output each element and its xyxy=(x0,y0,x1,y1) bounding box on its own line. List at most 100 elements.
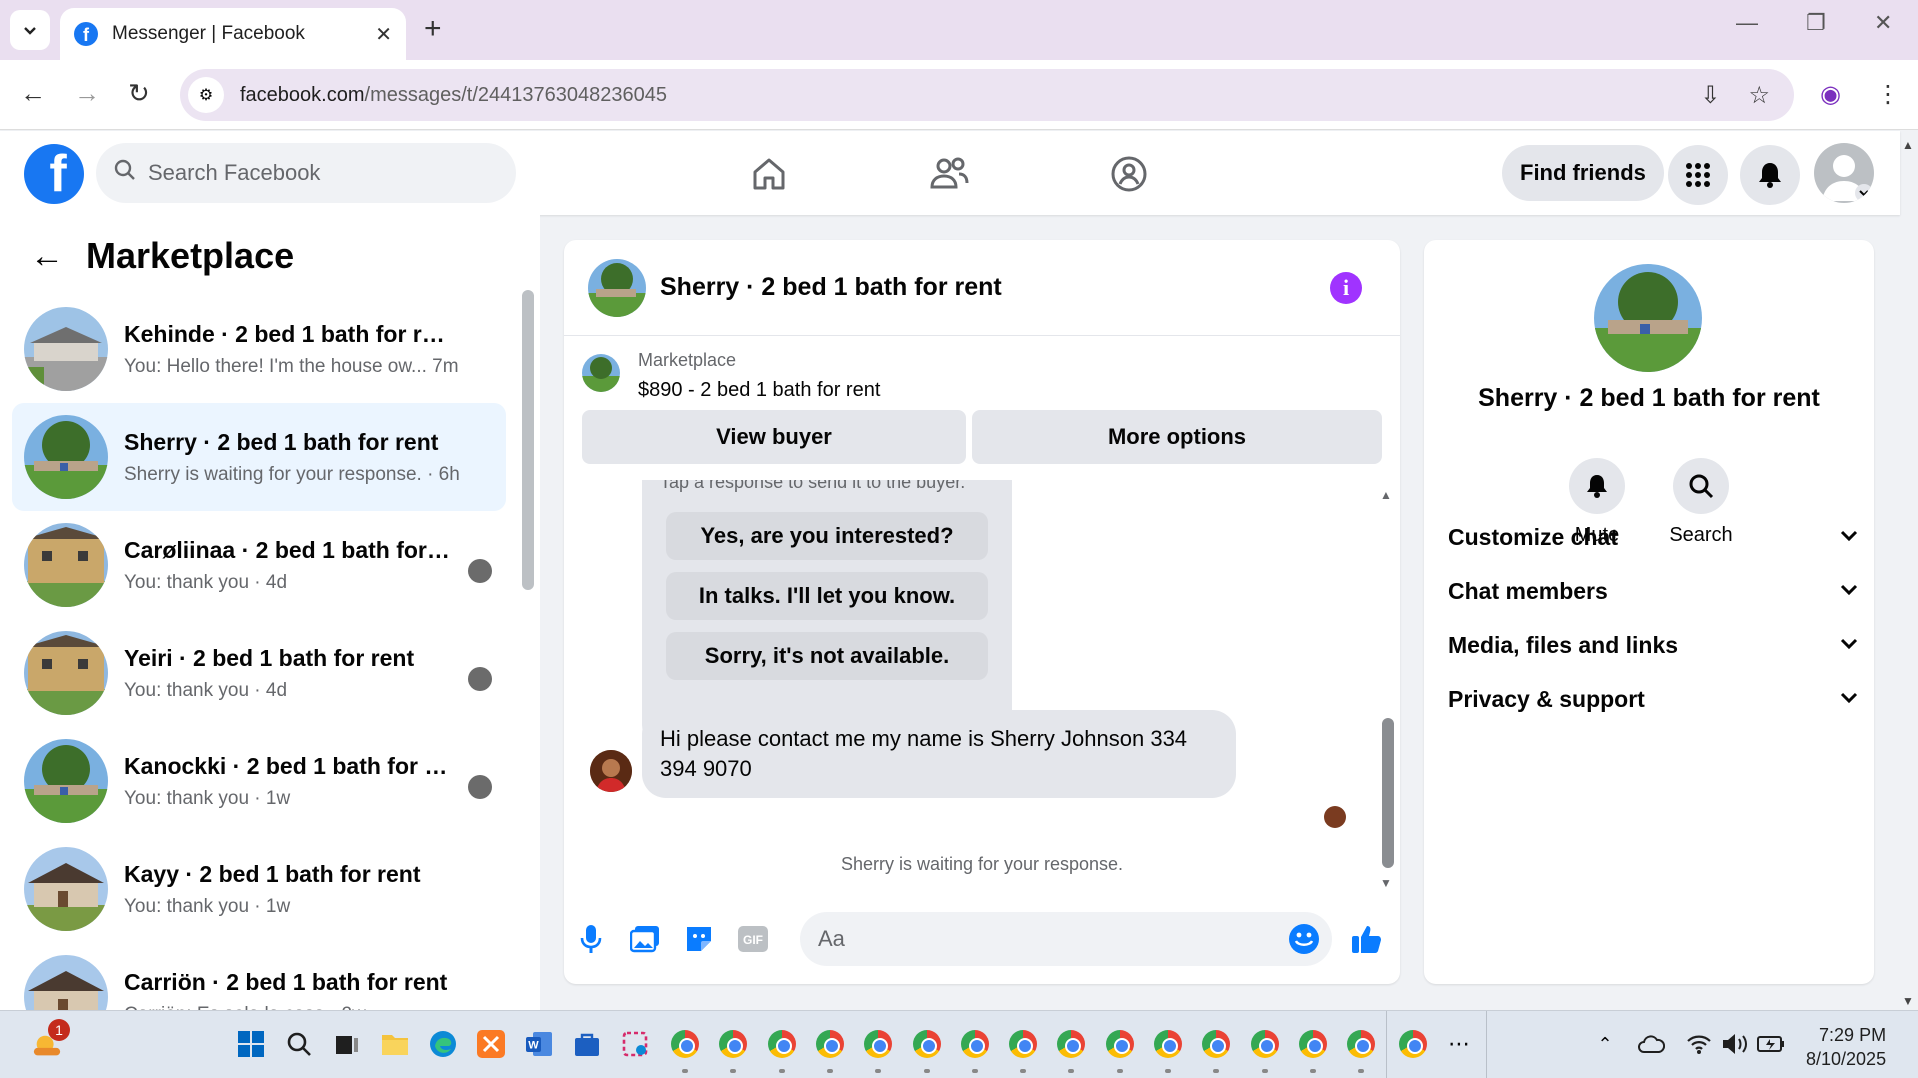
quick-reply-button[interactable]: Sorry, it's not available. xyxy=(666,632,988,680)
reload-icon[interactable]: ↻ xyxy=(128,78,150,109)
seen-avatar xyxy=(468,559,492,583)
photo-icon[interactable] xyxy=(628,922,662,956)
clock-time: 7:29 PM xyxy=(1819,1025,1887,1045)
forward-icon[interactable]: → xyxy=(74,78,100,109)
install-app-icon[interactable]: ⇩ xyxy=(1700,81,1720,110)
facebook-header: f Find friends xyxy=(0,131,1900,215)
conversation-row[interactable]: Kayy · 2 bed 1 bath for rent You: thank y… xyxy=(12,835,506,943)
sticker-icon[interactable] xyxy=(682,922,716,956)
xampp-icon[interactable] xyxy=(476,1029,506,1059)
notifications-bell-icon[interactable] xyxy=(1740,145,1800,205)
home-icon[interactable] xyxy=(744,149,794,199)
chrome-icon[interactable] xyxy=(718,1029,748,1059)
chrome-icon[interactable] xyxy=(912,1029,942,1059)
chrome-icon[interactable] xyxy=(1201,1029,1231,1059)
info-icon[interactable]: i xyxy=(1330,272,1362,304)
browser-tab[interactable]: f Messenger | Facebook ✕ xyxy=(60,8,406,60)
search-input[interactable] xyxy=(148,160,448,186)
chrome-icon[interactable] xyxy=(1008,1029,1038,1059)
system-clock[interactable]: 7:29 PM 8/10/2025 xyxy=(1806,1023,1886,1071)
chrome-icon[interactable] xyxy=(1105,1029,1135,1059)
quick-reply-button[interactable]: In talks. I'll let you know. xyxy=(666,572,988,620)
start-windows-icon[interactable] xyxy=(236,1029,266,1059)
profile-icon[interactable]: ◉ xyxy=(1820,80,1841,109)
task-view-icon[interactable] xyxy=(332,1029,362,1059)
page-scroll-up-arrow-icon[interactable]: ▲ xyxy=(1902,138,1914,152)
scroll-down-arrow-icon[interactable]: ▼ xyxy=(1380,876,1392,890)
groups-icon[interactable] xyxy=(1104,149,1154,199)
wifi-icon[interactable] xyxy=(1684,1029,1714,1059)
chrome-icon[interactable] xyxy=(960,1029,990,1059)
emoji-icon[interactable] xyxy=(1288,923,1320,960)
restore-icon[interactable]: ❐ xyxy=(1806,10,1826,36)
conversation-row[interactable]: Carøliinaa · 2 bed 1 bath for r... You: t… xyxy=(12,511,506,619)
battery-icon[interactable] xyxy=(1756,1029,1786,1059)
conversation-row[interactable]: Yeiri · 2 bed 1 bath for rent You: thank … xyxy=(12,619,506,727)
new-tab-button[interactable]: + xyxy=(424,12,442,46)
chrome-icon[interactable] xyxy=(815,1029,845,1059)
chrome-icon[interactable] xyxy=(1298,1029,1328,1059)
tab-search-button[interactable] xyxy=(10,10,50,50)
privacy-support-section[interactable]: Privacy & support xyxy=(1448,686,1858,713)
chrome-icon[interactable] xyxy=(1398,1029,1428,1059)
more-apps-icon[interactable]: ⋯ xyxy=(1444,1029,1474,1059)
volume-icon[interactable] xyxy=(1720,1029,1750,1059)
search-box[interactable] xyxy=(96,143,516,203)
conversation-name: Yeiri · 2 bed 1 bath for rent xyxy=(124,644,415,671)
menu-grid-icon[interactable] xyxy=(1668,145,1728,205)
thumbs-up-icon[interactable] xyxy=(1350,922,1384,956)
sender-avatar[interactable] xyxy=(590,750,632,792)
conversation-row[interactable]: Kanockki · 2 bed 1 bath for rent You: tha… xyxy=(12,727,506,835)
listing-card[interactable]: Marketplace $890 - 2 bed 1 bath for rent xyxy=(582,350,880,402)
chat-title[interactable]: Sherry · 2 bed 1 bath for rent xyxy=(660,273,1002,302)
close-tab-icon[interactable]: ✕ xyxy=(375,22,392,47)
chrome-icon[interactable] xyxy=(1346,1029,1376,1059)
conversation-row[interactable]: Kehinde · 2 bed 1 bath for rent You: Hell… xyxy=(12,295,506,403)
gif-icon[interactable]: GIF xyxy=(736,922,770,956)
show-hidden-icons-icon[interactable]: ⌃ xyxy=(1590,1029,1620,1059)
file-explorer-icon[interactable] xyxy=(380,1029,410,1059)
store-icon[interactable] xyxy=(572,1029,602,1059)
minimize-icon[interactable]: — xyxy=(1736,10,1758,36)
microphone-icon[interactable] xyxy=(574,922,608,956)
chrome-icon[interactable] xyxy=(767,1029,797,1059)
onedrive-cloud-icon[interactable] xyxy=(1636,1029,1666,1059)
url-text[interactable]: facebook.com/messages/t/2441376304823604… xyxy=(240,84,667,107)
scrollbar[interactable] xyxy=(522,290,534,590)
edge-browser-icon[interactable] xyxy=(428,1029,458,1059)
site-info-icon[interactable]: ⚙ xyxy=(188,77,224,113)
conversation-preview: You: thank you · 4d xyxy=(124,571,288,593)
chrome-icon[interactable] xyxy=(863,1029,893,1059)
facebook-logo[interactable]: f xyxy=(24,144,84,204)
friends-icon[interactable] xyxy=(924,149,974,199)
chrome-icon[interactable] xyxy=(1056,1029,1086,1059)
close-window-icon[interactable]: ✕ xyxy=(1874,10,1892,36)
message-input[interactable] xyxy=(818,926,1258,952)
back-arrow-icon[interactable]: ← xyxy=(30,237,64,276)
scroll-up-arrow-icon[interactable]: ▲ xyxy=(1380,488,1392,502)
media-files-links-section[interactable]: Media, files and links xyxy=(1448,632,1858,659)
bookmark-star-icon[interactable]: ☆ xyxy=(1748,81,1770,110)
chrome-icon[interactable] xyxy=(1250,1029,1280,1059)
find-friends-button[interactable]: Find friends xyxy=(1502,145,1664,201)
taskbar-search-icon[interactable] xyxy=(284,1029,314,1059)
chat-scrollbar[interactable] xyxy=(1382,718,1394,868)
message-input-box[interactable] xyxy=(800,912,1332,966)
more-options-button[interactable]: More options xyxy=(972,410,1382,464)
page-scroll-down-arrow-icon[interactable]: ▼ xyxy=(1902,994,1914,1008)
snipping-tool-icon[interactable] xyxy=(620,1029,650,1059)
view-buyer-button[interactable]: View buyer xyxy=(582,410,966,464)
chrome-icon[interactable] xyxy=(1153,1029,1183,1059)
quick-reply-button[interactable]: Yes, are you interested? xyxy=(666,512,988,560)
chrome-icon[interactable] xyxy=(670,1029,700,1059)
conversation-row[interactable]: Sherry · 2 bed 1 bath for rent Sherry is … xyxy=(12,403,506,511)
back-icon[interactable]: ← xyxy=(20,78,46,109)
chat-thumbnail[interactable] xyxy=(588,258,646,317)
more-menu-icon[interactable]: ⋮ xyxy=(1876,80,1900,109)
chat-members-section[interactable]: Chat members xyxy=(1448,578,1858,605)
customize-chat-section[interactable]: Customize chat xyxy=(1448,524,1858,551)
read-receipt-avatar xyxy=(1324,806,1346,828)
word-icon[interactable]: W xyxy=(524,1029,554,1059)
address-bar[interactable]: ⚙ facebook.com/messages/t/24413763048236… xyxy=(180,69,1794,121)
account-avatar[interactable] xyxy=(1814,143,1874,203)
